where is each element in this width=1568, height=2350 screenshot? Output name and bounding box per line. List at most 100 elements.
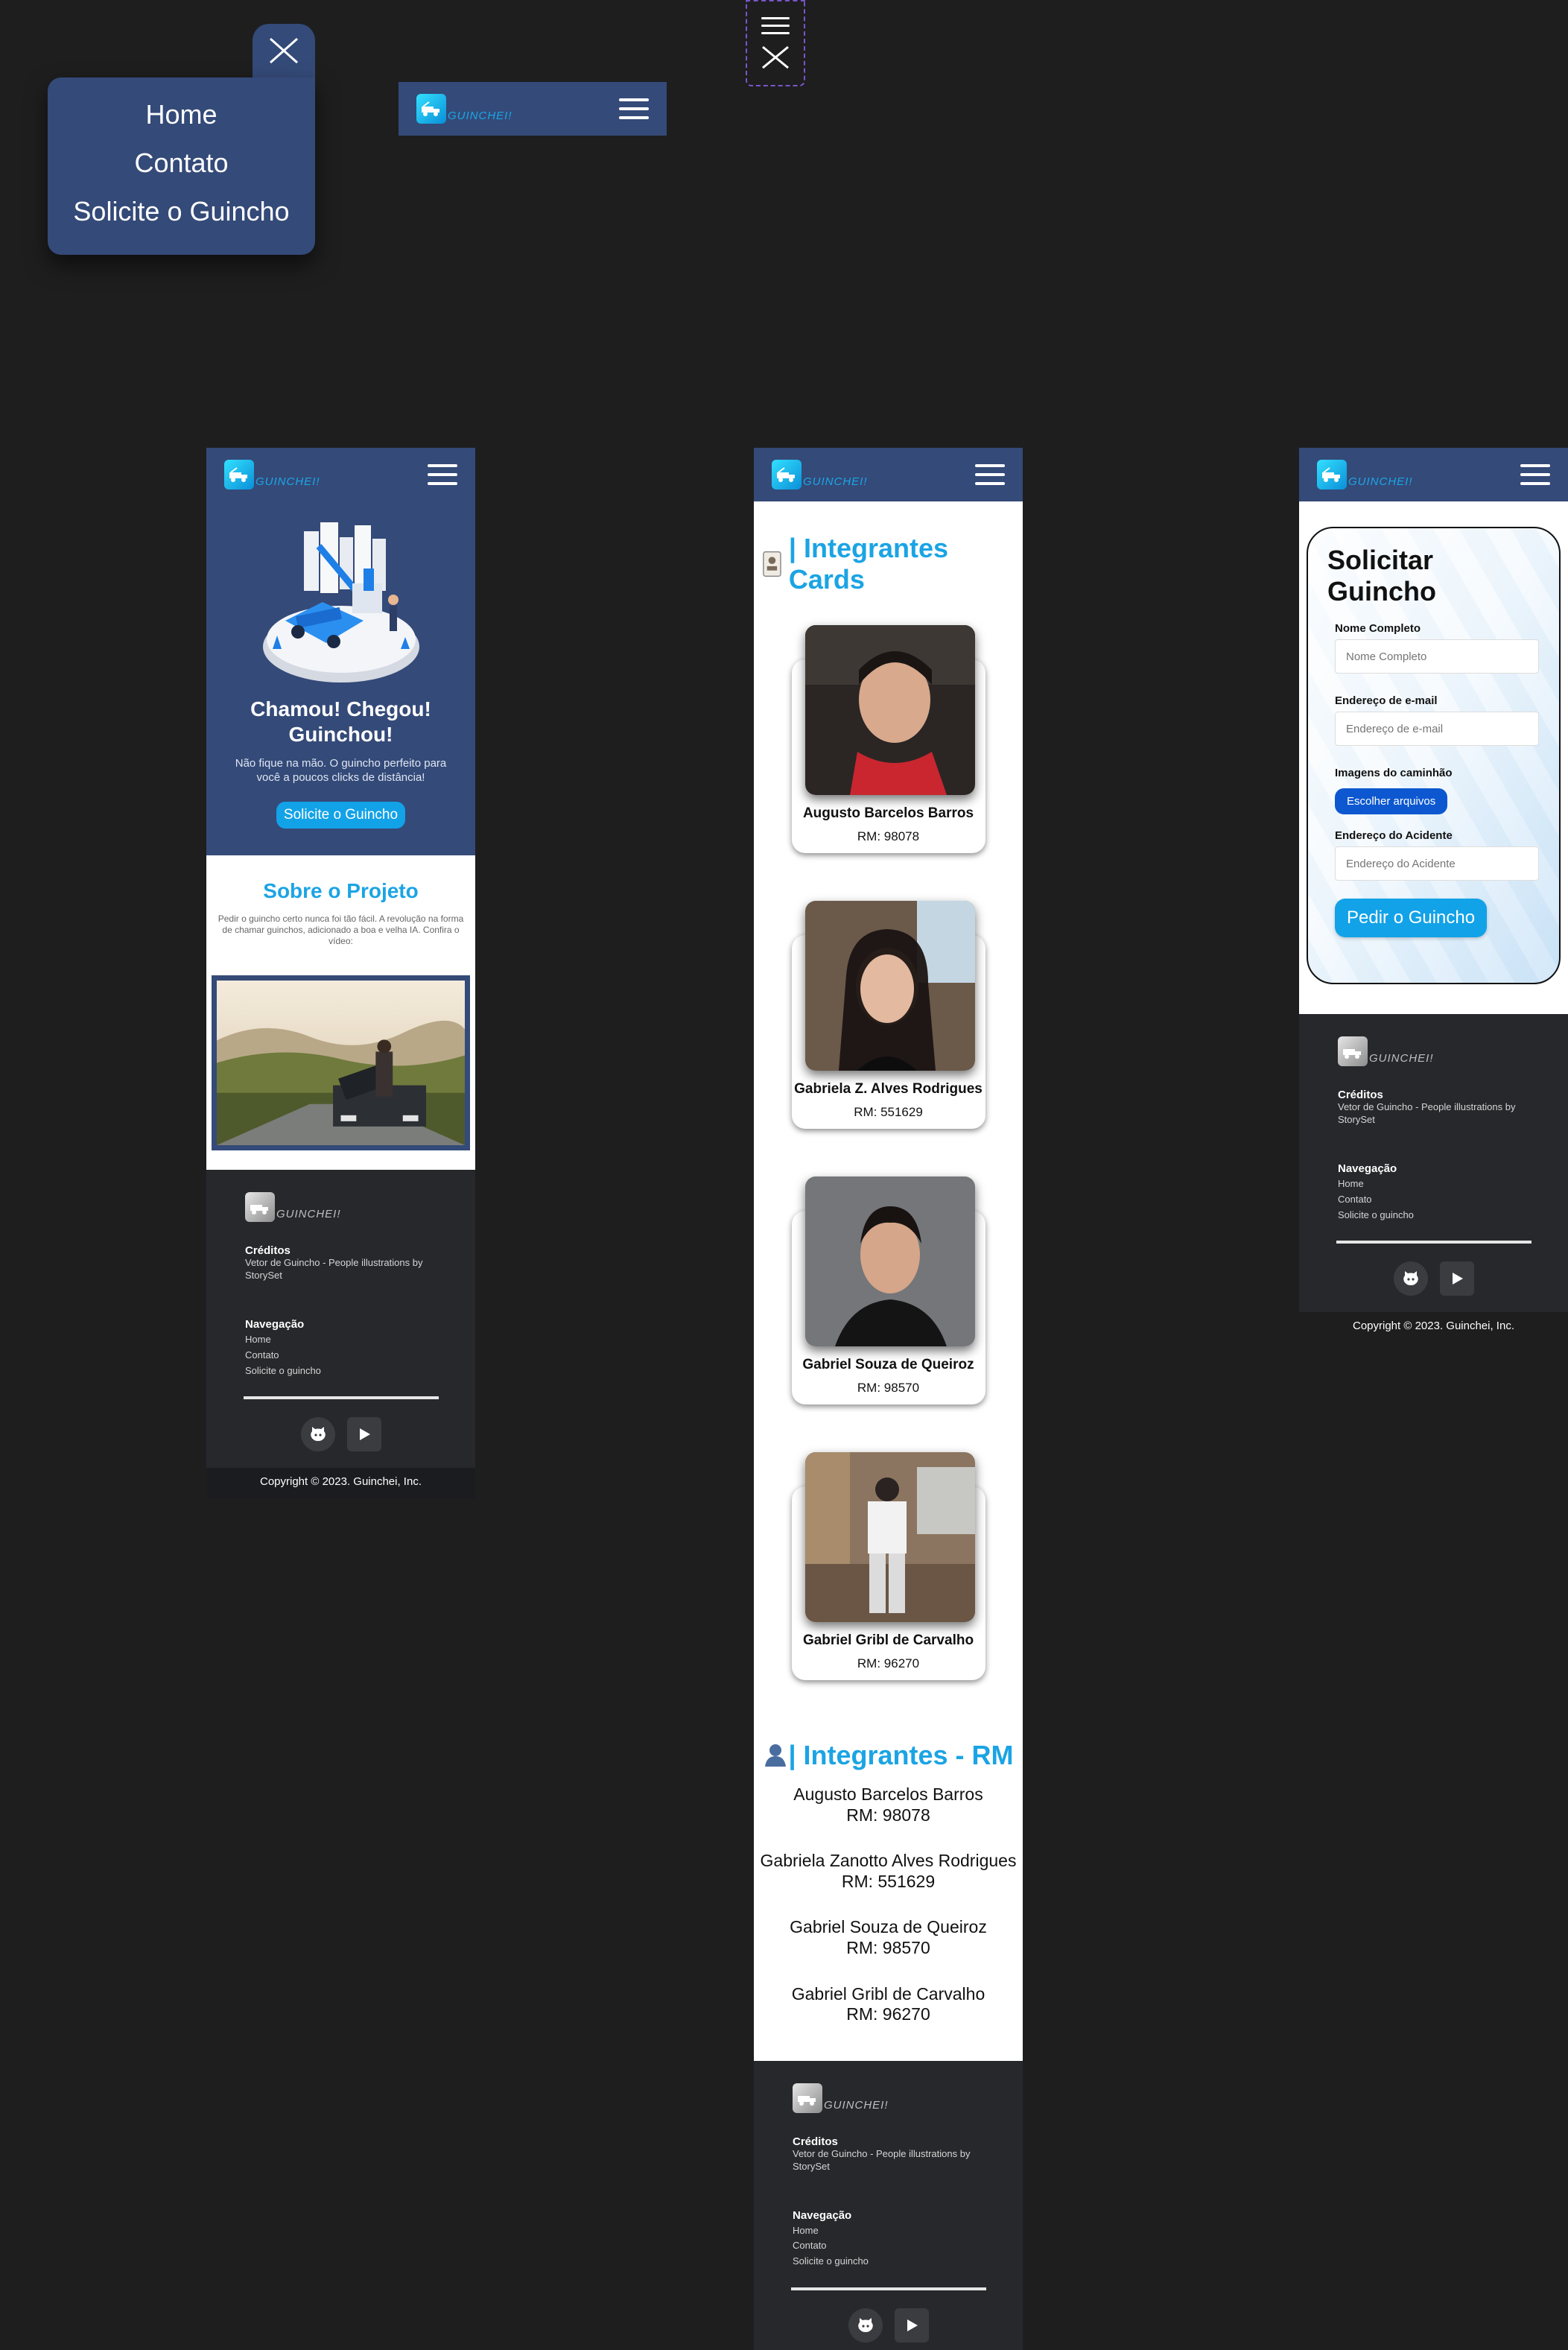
member-name: Gabriel Souza de Queiroz: [802, 1357, 974, 1372]
request-page: GUINCHEI! Solicitar Guincho Nome Complet…: [1299, 448, 1568, 1343]
member-rm: RM: 551629: [854, 1105, 923, 1119]
email-label: Endereço de e-mail: [1335, 694, 1438, 707]
project-video[interactable]: [212, 975, 470, 1150]
solicite-guincho-button[interactable]: Solicite o Guincho: [276, 801, 406, 829]
footer-divider: [1336, 1241, 1532, 1244]
member-name: Gabriela Z. Alves Rodrigues: [794, 1081, 983, 1097]
nav-heading: Navegação: [793, 2208, 852, 2222]
hero-title: Chamou! Chegou! Guinchou!: [250, 697, 431, 746]
member-photo: [804, 1176, 975, 1346]
header-preview: GUINCHEI!: [399, 82, 667, 136]
hero-subtitle: Não fique na mão. O guincho perfeito par…: [235, 757, 447, 784]
request-form: Solicitar Guincho Nome Completo Endereço…: [1307, 527, 1561, 984]
hamburger-menu-button[interactable]: [1520, 464, 1550, 485]
copyright: Copyright © 2023. Guinchei, Inc.: [1299, 1312, 1568, 1343]
footer-link-home[interactable]: Home: [245, 1334, 475, 1346]
member-rm: RM: 98078: [857, 829, 920, 843]
social-links: [754, 2308, 1023, 2343]
list-item: Gabriela Zanotto Alves Rodrigues RM: 5516…: [760, 1851, 1017, 1891]
footer-link-contato[interactable]: Contato: [793, 2240, 1023, 2252]
request-form-section: Solicitar Guincho Nome Completo Endereço…: [1299, 501, 1568, 1014]
github-icon[interactable]: [848, 2308, 883, 2343]
hero-section: Chamou! Chegou! Guinchou! Não fique na m…: [206, 501, 475, 855]
menu-icon-toggle[interactable]: [746, 0, 805, 86]
footer-divider: [791, 2287, 986, 2291]
footer-link-solicite[interactable]: Solicite o guincho: [793, 2255, 1023, 2268]
member-card: Gabriel Gribl de Carvalho RM: 96270: [791, 1452, 985, 1698]
dropdown-menu: Home Contato Solicite o Guincho: [48, 77, 315, 255]
menu-item-contato[interactable]: Contato: [134, 148, 228, 179]
nav-heading: Navegação: [1338, 1162, 1397, 1175]
page-header: GUINCHEI!: [206, 448, 475, 501]
credits-text: Vetor de Guincho - People illustrations …: [1338, 1101, 1516, 1125]
images-label: Imagens do caminhão: [1335, 767, 1453, 779]
address-input[interactable]: [1335, 846, 1539, 881]
footer-link-home[interactable]: Home: [793, 2225, 1023, 2237]
tow-truck-icon: [1317, 460, 1347, 490]
brand-name: GUINCHEI!: [1369, 1052, 1434, 1065]
brand-name: GUINCHEI!: [824, 2098, 889, 2112]
member-photo: [804, 901, 975, 1071]
hamburger-menu-button[interactable]: [619, 98, 649, 119]
email-input[interactable]: [1335, 712, 1539, 746]
choose-files-button[interactable]: Escolher arquivos: [1335, 788, 1448, 814]
member-rm: RM: 96270: [857, 1656, 920, 1670]
footer-link-contato[interactable]: Contato: [1338, 1194, 1568, 1206]
footer-link-solicite[interactable]: Solicite o guincho: [245, 1365, 475, 1378]
play-icon[interactable]: [346, 1417, 381, 1452]
tow-truck-icon: [416, 94, 446, 124]
close-icon: [762, 45, 789, 69]
brand-logo[interactable]: GUINCHEI!: [772, 460, 868, 490]
team-cards-title: | Integrantes Cards: [754, 533, 1023, 595]
form-title: Solicitar Guincho: [1327, 545, 1436, 606]
menu-item-solicite[interactable]: Solicite o Guincho: [73, 196, 289, 227]
credits-heading: Créditos: [1338, 1089, 1383, 1101]
footer-link-solicite[interactable]: Solicite o guincho: [1338, 1209, 1568, 1222]
list-item: Augusto Barcelos Barros RM: 98078: [793, 1784, 983, 1825]
hamburger-menu-button[interactable]: [975, 464, 1005, 485]
name-label: Nome Completo: [1335, 622, 1421, 635]
tow-truck-icon: [1338, 1036, 1368, 1066]
hamburger-menu-button[interactable]: [428, 464, 457, 485]
footer-logo[interactable]: GUINCHEI!: [245, 1192, 475, 1222]
brand-logo[interactable]: GUINCHEI!: [1317, 460, 1413, 490]
member-name: Augusto Barcelos Barros: [802, 805, 974, 821]
menu-close-button[interactable]: [253, 24, 315, 77]
id-card-icon: [763, 551, 781, 577]
brand-name: GUINCHEI!: [448, 110, 512, 122]
list-item: Gabriel Gribl de Carvalho RM: 96270: [791, 1983, 985, 2024]
brand-name: GUINCHEI!: [1348, 475, 1413, 488]
name-input[interactable]: [1335, 639, 1539, 674]
brand-logo[interactable]: GUINCHEI!: [416, 94, 512, 124]
social-links: [1299, 1261, 1568, 1296]
about-section: Sobre o Projeto Pedir o guincho certo nu…: [206, 855, 475, 1170]
tow-truck-icon: [772, 460, 802, 490]
brand-name: GUINCHEI!: [803, 475, 868, 488]
brand-logo[interactable]: GUINCHEI!: [224, 460, 320, 490]
page-header: GUINCHEI!: [1299, 448, 1568, 501]
tow-truck-icon: [245, 1192, 275, 1222]
footer-logo[interactable]: GUINCHEI!: [793, 2083, 1023, 2113]
credits-heading: Créditos: [245, 1244, 291, 1257]
member-card: Augusto Barcelos Barros RM: 98078: [791, 625, 985, 871]
user-icon: [765, 1744, 787, 1767]
play-icon[interactable]: [894, 2308, 929, 2343]
member-name: Gabriel Gribl de Carvalho: [802, 1632, 974, 1648]
github-icon[interactable]: [1393, 1261, 1428, 1296]
menu-item-home[interactable]: Home: [145, 99, 217, 130]
footer-link-home[interactable]: Home: [1338, 1178, 1568, 1191]
social-links: [206, 1417, 475, 1452]
close-icon: [270, 37, 298, 64]
member-rm: RM: 98570: [857, 1381, 920, 1395]
team-section: | Integrantes Cards Augusto Barcelos Bar…: [754, 501, 1023, 2061]
play-icon[interactable]: [1439, 1261, 1474, 1296]
github-icon[interactable]: [300, 1417, 335, 1452]
footer-logo[interactable]: GUINCHEI!: [1338, 1036, 1568, 1066]
brand-name: GUINCHEI!: [276, 1208, 341, 1220]
tow-truck-illustration: [262, 522, 419, 682]
brand-name: GUINCHEI!: [255, 475, 320, 488]
credits-text: Vetor de Guincho - People illustrations …: [245, 1257, 423, 1281]
footer-link-contato[interactable]: Contato: [245, 1349, 475, 1362]
credits-text: Vetor de Guincho - People illustrations …: [793, 2147, 971, 2172]
submit-button[interactable]: Pedir o Guincho: [1335, 899, 1488, 937]
